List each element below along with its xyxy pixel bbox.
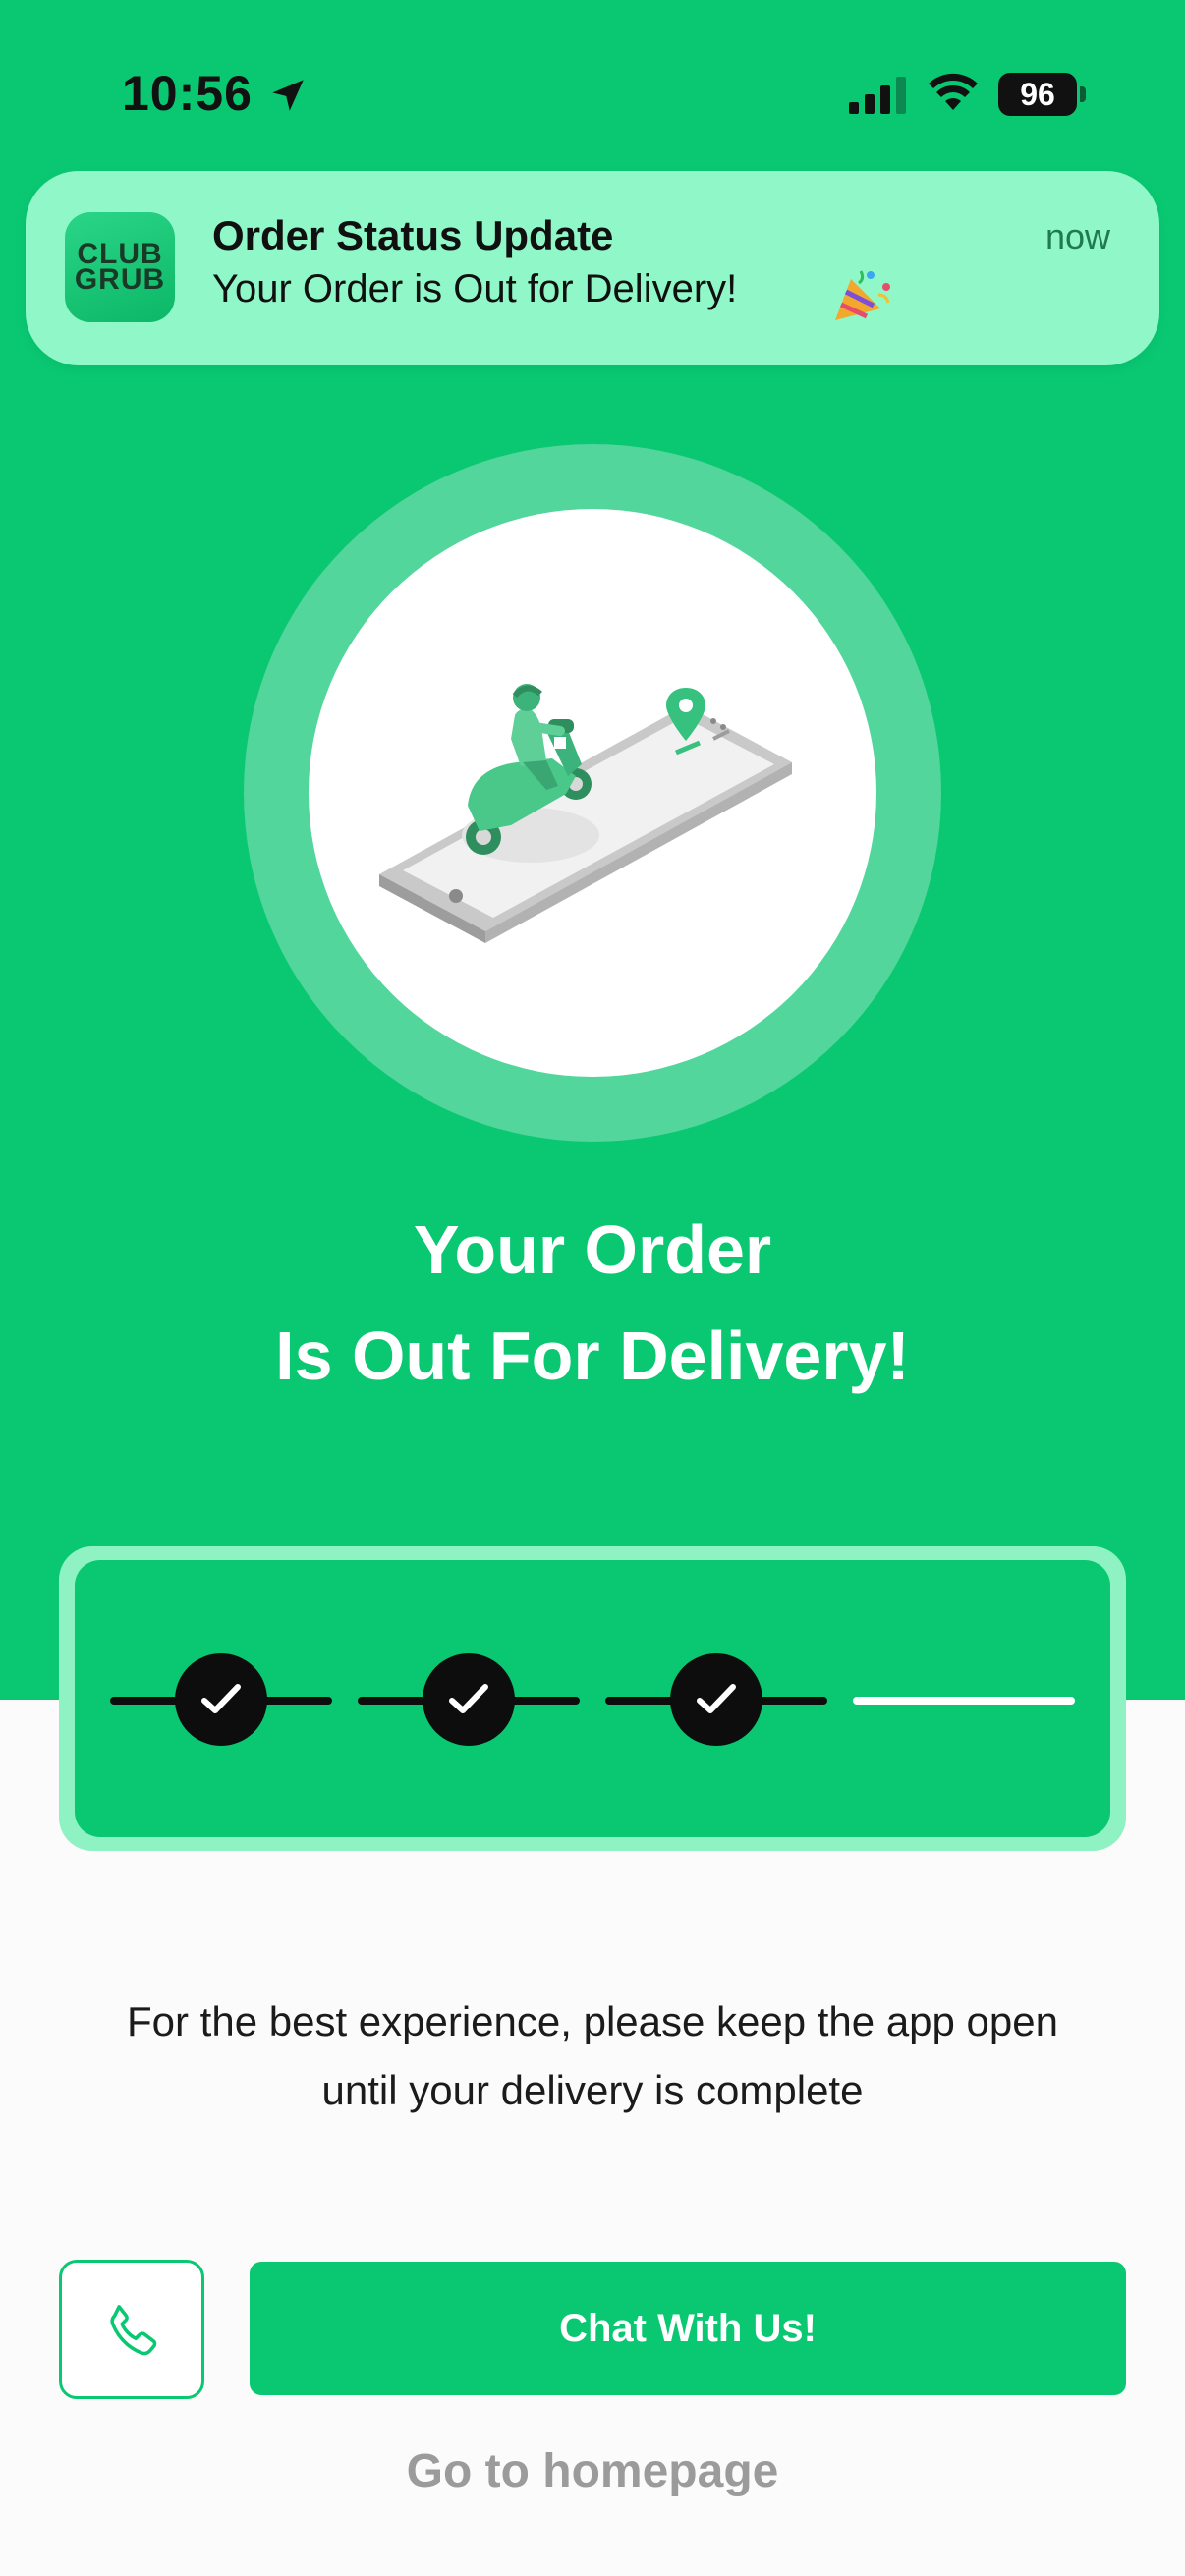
progress-step-3	[605, 1653, 827, 1746]
notification-title: Order Status Update	[212, 212, 614, 258]
check-icon	[670, 1653, 762, 1746]
progress-step-2	[358, 1653, 580, 1746]
notification-banner[interactable]: CLUB GRUB Order Status Update Your Order…	[26, 171, 1159, 365]
app-icon-text-bottom: GRUB	[74, 263, 166, 296]
info-text-line-2: until your delivery is complete	[321, 2067, 864, 2113]
chat-with-us-button[interactable]: Chat With Us!	[250, 2262, 1126, 2395]
party-popper-icon	[835, 270, 890, 320]
progress-tracker-inner	[75, 1560, 1110, 1837]
progress-tracker	[59, 1546, 1126, 1851]
headline-line-2: Is Out For Delivery!	[275, 1317, 910, 1394]
phone-icon	[110, 2305, 157, 2356]
notification-body: Your Order is Out for Delivery!	[212, 267, 738, 310]
check-icon	[175, 1653, 267, 1746]
progress-step-1	[110, 1653, 332, 1746]
status-time: 10:56	[122, 66, 253, 121]
battery-nub	[1080, 86, 1086, 102]
signal-icon	[849, 77, 906, 114]
progress-step-4	[853, 1670, 1075, 1729]
go-to-homepage-link[interactable]: Go to homepage	[0, 2444, 1185, 2498]
location-arrow-icon	[272, 80, 304, 111]
battery-icon: 96	[998, 73, 1077, 116]
call-button[interactable]	[59, 2260, 204, 2399]
club-grub-app-icon: CLUB GRUB	[65, 212, 175, 322]
progress-step-line-pending	[853, 1697, 1075, 1705]
wifi-icon	[929, 73, 978, 110]
headline-line-1: Your Order	[413, 1211, 772, 1288]
delivery-scooter-illustration	[379, 684, 792, 943]
notification-time: now	[1044, 216, 1110, 256]
info-text-line-1: For the best experience, please keep the…	[127, 1998, 1058, 2044]
check-icon	[423, 1653, 515, 1746]
status-bar: 10:56 96	[0, 0, 1185, 187]
